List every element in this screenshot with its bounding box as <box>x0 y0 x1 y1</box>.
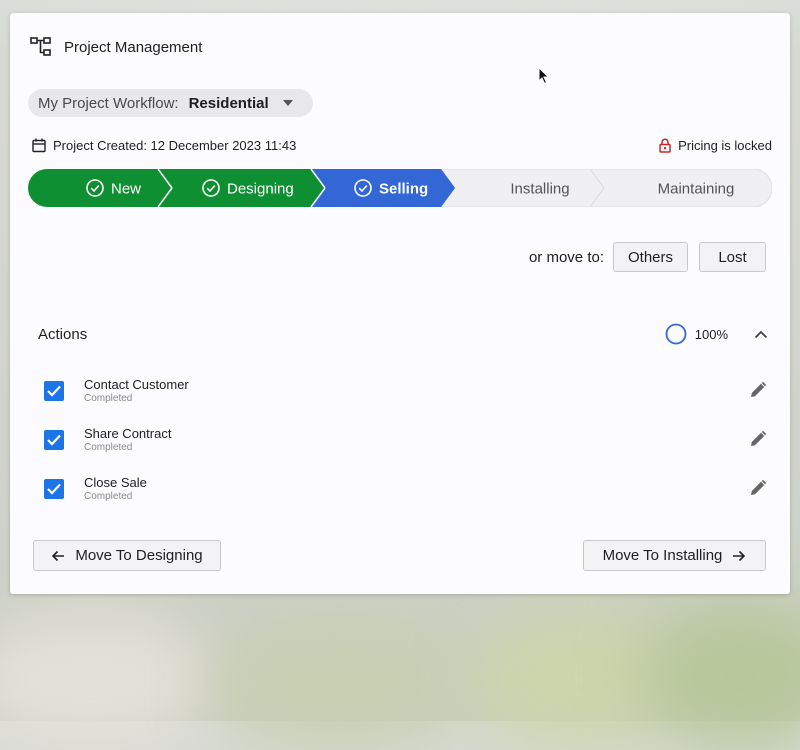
app-title: Project Management <box>64 38 203 56</box>
pricing-status: Pricing is locked <box>678 138 772 153</box>
project-card: Project Management My Project Workflow: … <box>10 13 790 594</box>
stage-label-installing: Installing <box>510 181 569 198</box>
action-status: Completed <box>84 442 133 453</box>
stage-label-selling: Selling <box>379 181 428 198</box>
others-button[interactable]: Others <box>613 242 688 272</box>
actions-title: Actions <box>38 325 88 343</box>
move-to-installing-label: Move To Installing <box>602 547 723 564</box>
list-item: Contact Customer Completed <box>44 377 774 426</box>
lost-button[interactable]: Lost <box>699 242 766 272</box>
move-to-label: or move to: <box>528 248 604 266</box>
action-name: Share Contract <box>84 426 172 441</box>
action-checkbox[interactable] <box>44 479 64 499</box>
checkmark-icon <box>47 385 61 397</box>
calendar-icon <box>32 138 46 153</box>
workflow-value: Residential <box>188 94 269 112</box>
action-name: Contact Customer <box>84 377 189 392</box>
progress-percent: 100% <box>694 326 728 342</box>
caret-down-icon <box>282 100 293 106</box>
pencil-icon[interactable] <box>749 379 769 399</box>
stage-new[interactable] <box>28 169 172 207</box>
stage-label-new: New <box>111 181 141 198</box>
list-item: Close Sale Completed <box>44 475 774 524</box>
action-checkbox[interactable] <box>44 381 64 401</box>
checkmark-icon <box>47 434 61 446</box>
move-to-installing-button[interactable]: Move To Installing <box>583 540 766 571</box>
arrow-left-icon <box>52 550 65 561</box>
action-status: Completed <box>84 393 133 404</box>
stage-stepper: New Designing Selling Installing Maintai… <box>28 168 773 208</box>
hierarchy-icon <box>30 37 51 56</box>
arrow-right-icon <box>733 550 746 561</box>
checkmark-icon <box>47 483 61 495</box>
list-item: Share Contract Completed <box>44 426 774 475</box>
move-to-designing-label: Move To Designing <box>75 547 203 564</box>
action-status: Completed <box>84 491 133 502</box>
pencil-icon[interactable] <box>749 428 769 448</box>
move-to-row: or move to: Others Lost <box>529 242 766 272</box>
move-to-designing-button[interactable]: Move To Designing <box>33 540 221 571</box>
header: Project Management <box>30 37 202 57</box>
chevron-up-icon[interactable] <box>754 330 768 339</box>
meta-row: Project Created: 12 December 2023 11:43 … <box>32 138 772 153</box>
action-name: Close Sale <box>84 475 147 490</box>
mouse-cursor-icon <box>538 67 550 85</box>
pencil-icon[interactable] <box>749 477 769 497</box>
action-checkbox[interactable] <box>44 430 64 450</box>
stage-label-designing: Designing <box>227 181 294 198</box>
created-date: Project Created: 12 December 2023 11:43 <box>53 138 297 153</box>
actions-header[interactable]: Actions 100% <box>38 323 768 345</box>
workflow-label: My Project Workflow: <box>38 94 179 112</box>
action-list: Contact Customer Completed Share Contrac… <box>44 377 774 524</box>
progress-ring-icon <box>665 323 687 345</box>
lock-icon <box>659 138 671 153</box>
stage-label-maintaining: Maintaining <box>658 181 735 198</box>
workflow-selector[interactable]: My Project Workflow: Residential <box>28 89 313 117</box>
